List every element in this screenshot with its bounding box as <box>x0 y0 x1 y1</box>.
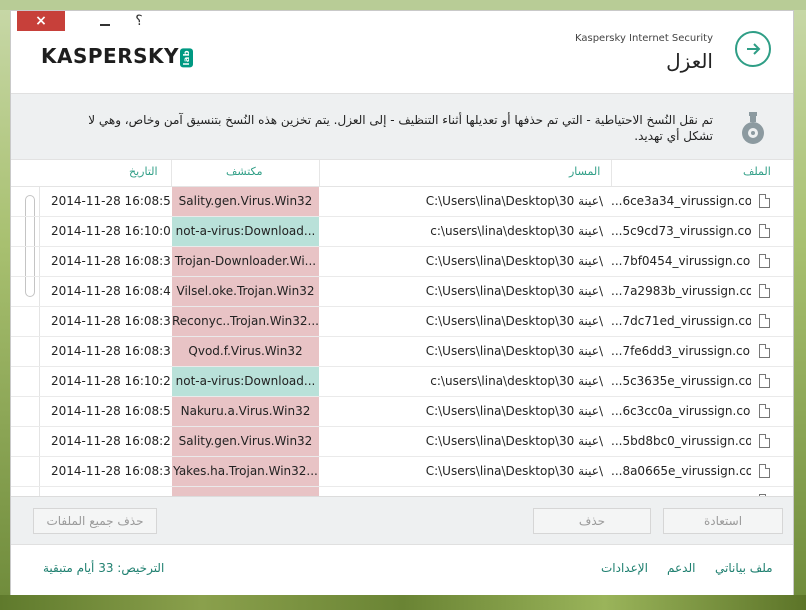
quarantine-table: التاريخ مكتشف المسار الملف 2014-11-28 16… <box>11 159 793 497</box>
file-name-cell: ...5bd8bc0_virussign.com <box>611 434 751 448</box>
detected-cell: not-a-virus:Download... <box>172 217 319 246</box>
footer: الترخيص: 33 أيام متبقية الإعدادات الدعم … <box>11 544 793 595</box>
date-cell: 2014-11-28 16:08:54 <box>51 404 171 418</box>
file-name-cell: ...5c3635e_virussign.com <box>611 374 751 388</box>
help-button[interactable]: ؟ <box>129 13 149 31</box>
product-name: Kaspersky Internet Security <box>574 33 713 44</box>
quarantine-flask-icon <box>742 112 764 144</box>
file-name-cell: ...7a2983b_virussign.com <box>611 284 751 298</box>
header-date[interactable]: التاريخ <box>129 165 158 178</box>
desktop-background-bottom <box>0 595 806 610</box>
path-cell: C:\Users\lina\Desktop\عينة 30\ <box>425 404 603 418</box>
date-cell: 2014-11-28 16:08:32 <box>51 344 171 358</box>
detected-cell: Nakuru.a.Virus.Win32 <box>172 397 319 426</box>
file-name-cell: ...7fe6dd3_virussign.com <box>611 344 751 358</box>
delete-button[interactable]: حذف <box>533 508 651 534</box>
quarantine-window: × ؟ KASPERSKY lab Kaspersky Internet Secu… <box>10 10 794 595</box>
my-profile-link[interactable]: ملف بياناتي <box>715 561 773 575</box>
path-cell: c:\users\lina\desktop\عينة 30\ <box>430 224 603 238</box>
logo-text: KASPERSKY <box>41 44 179 68</box>
detected-cell: not-a-virus:Download... <box>172 367 319 396</box>
date-cell: 2014-11-28 16:08:33 <box>51 314 171 328</box>
info-text: تم نقل النُسخ الاحتياطية - التي تم حذفها… <box>88 113 713 143</box>
date-cell: 2014-11-28 16:10:22 <box>51 374 171 388</box>
path-cell: C:\Users\lina\Desktop\عينة 30\ <box>425 254 603 268</box>
license-status[interactable]: الترخيص: 33 أيام متبقية <box>43 561 164 575</box>
file-name-cell: ...7dc71ed_virussign.com <box>611 314 751 328</box>
restore-button[interactable]: استعادة <box>663 508 783 534</box>
date-cell: 2014-11-28 16:08:36 <box>51 254 171 268</box>
info-bar: تم نقل النُسخ الاحتياطية - التي تم حذفها… <box>11 93 793 160</box>
column-divider <box>611 160 612 186</box>
file-icon <box>759 194 770 208</box>
back-button[interactable] <box>735 31 771 67</box>
date-cell: 2014-11-28 16:08:50 <box>51 194 171 208</box>
file-icon <box>759 434 770 448</box>
table-row[interactable]: 2014-11-28 16:08:33 Reconyc..Trojan.Win32… <box>11 307 793 337</box>
table-row[interactable]: 2014-11-28 16:08:29 Sality.gen.Virus.Win3… <box>11 427 793 457</box>
detected-cell: Sality.gen.Virus.Win32 <box>172 427 319 456</box>
date-cell: 2014-11-28 16:10:03 <box>51 224 171 238</box>
detected-cell: Reconyc..Trojan.Win32... <box>172 307 319 336</box>
table-row[interactable]: 2014-11-28 16:08:45 Vilsel.oke.Trojan.Win… <box>11 277 793 307</box>
minimize-button[interactable] <box>93 11 117 31</box>
desktop-background-top <box>0 0 806 10</box>
file-name-cell: ...8a0665e_virussign.com <box>611 464 751 478</box>
header-detected[interactable]: مكتشف <box>226 165 263 178</box>
column-divider <box>319 160 320 186</box>
detected-cell: Sality.gen.Virus.Win32 <box>172 187 319 216</box>
detected-cell: Trojan-Downloader.Wi... <box>172 247 319 276</box>
arrow-right-icon <box>747 43 761 55</box>
file-icon <box>759 464 770 478</box>
logo-lab-badge: lab <box>180 47 193 68</box>
path-cell: C:\Users\lina\Desktop\عينة 30\ <box>425 314 603 328</box>
detected-cell: Yakes.ha.Trojan.Win32... <box>172 457 319 486</box>
minimize-icon <box>100 24 110 26</box>
support-link[interactable]: الدعم <box>667 561 695 575</box>
file-name-cell: ...6ce3a34_virussign.com <box>611 194 751 208</box>
path-cell: c:\users\lina\desktop\عينة 30\ <box>430 374 603 388</box>
file-icon <box>759 344 770 358</box>
file-icon <box>759 284 770 298</box>
table-row[interactable]: 2014-11-28 16:08:31 Yakes.ha.Trojan.Win32… <box>11 457 793 487</box>
detected-cell: Qvod.f.Virus.Win32 <box>172 337 319 366</box>
kaspersky-logo: KASPERSKY lab <box>41 44 193 68</box>
table-body: 2014-11-28 16:08:50 Sality.gen.Virus.Win3… <box>11 187 793 497</box>
date-cell: 2014-11-28 16:08:31 <box>51 464 171 478</box>
close-button[interactable]: × <box>17 11 65 31</box>
table-row[interactable]: 2014-11-28 16:08:32 Qvod.f.Virus.Win32 C:\… <box>11 337 793 367</box>
table-row[interactable]: 2014-11-28 16:08:50 Sality.gen.Virus.Win3… <box>11 187 793 217</box>
file-icon <box>759 224 770 238</box>
file-icon <box>759 254 770 268</box>
header-path[interactable]: المسار <box>569 165 600 178</box>
action-bar: حذف جميع الملفات حذف استعادة <box>11 496 793 545</box>
path-cell: C:\Users\lina\Desktop\عينة 30\ <box>425 284 603 298</box>
table-header: التاريخ مكتشف المسار الملف <box>11 160 793 187</box>
detected-cell: Vilsel.oke.Trojan.Win32 <box>172 277 319 306</box>
path-cell: C:\Users\lina\Desktop\عينة 30\ <box>425 434 603 448</box>
date-cell: 2014-11-28 16:08:45 <box>51 284 171 298</box>
title-bar: × ؟ KASPERSKY lab Kaspersky Internet Secu… <box>11 11 793 93</box>
date-cell: 2014-11-28 16:08:29 <box>51 434 171 448</box>
file-name-cell: ...6c3cc0a_virussign.com <box>611 404 751 418</box>
table-row[interactable]: 2014-11-28 16:08:36 Trojan-Downloader.Wi.… <box>11 247 793 277</box>
path-cell: C:\Users\lina\Desktop\عينة 30\ <box>425 344 603 358</box>
file-name-cell: ...5c9cd73_virussign.com <box>611 224 751 238</box>
table-row[interactable]: 2014-11-28 16:10:03 not-a-virus:Download.… <box>11 217 793 247</box>
file-icon <box>759 404 770 418</box>
file-icon <box>759 374 770 388</box>
delete-all-button[interactable]: حذف جميع الملفات <box>33 508 157 534</box>
page-title: العزل <box>666 49 713 73</box>
file-name-cell: ...7bf0454_virussign.com <box>611 254 751 268</box>
column-divider <box>171 160 172 186</box>
header-file[interactable]: الملف <box>743 165 771 178</box>
table-row[interactable]: 2014-11-28 16:10:22 not-a-virus:Download.… <box>11 367 793 397</box>
path-cell: C:\Users\lina\Desktop\عينة 30\ <box>425 194 603 208</box>
table-row[interactable]: 2014-11-28 16:08:54 Nakuru.a.Virus.Win32 C… <box>11 397 793 427</box>
file-icon <box>759 314 770 328</box>
settings-link[interactable]: الإعدادات <box>601 561 648 575</box>
path-cell: C:\Users\lina\Desktop\عينة 30\ <box>425 464 603 478</box>
